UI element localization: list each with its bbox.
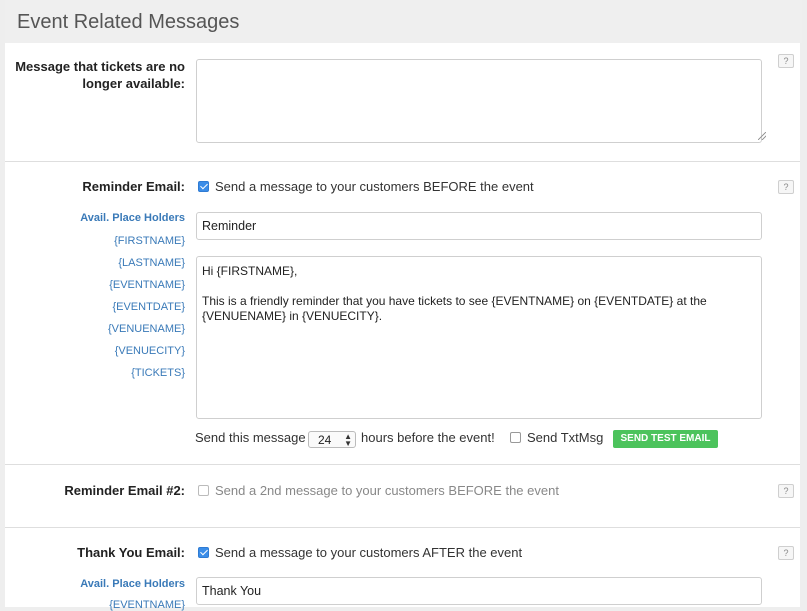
help-icon[interactable]: ? bbox=[778, 484, 794, 498]
hours-select[interactable]: 24 ▲ ▼ bbox=[308, 431, 356, 448]
reminder2-section: Reminder Email #2: Send a 2nd message to… bbox=[5, 465, 800, 528]
thankyou-subject-input[interactable]: Thank You bbox=[196, 577, 762, 605]
reminder-label: Reminder Email: bbox=[82, 179, 185, 194]
reminder2-checkbox-row[interactable]: Send a 2nd message to your customers BEF… bbox=[198, 483, 559, 498]
placeholder-venuename[interactable]: {VENUENAME} bbox=[108, 323, 185, 335]
reminder-section: Reminder Email: Send a message to your c… bbox=[5, 162, 800, 465]
panel-body: Message that tickets are no longer avail… bbox=[5, 43, 800, 611]
reminder2-checkbox-label: Send a 2nd message to your customers BEF… bbox=[215, 483, 559, 498]
help-icon[interactable]: ? bbox=[778, 54, 794, 68]
reminder-checkbox-row[interactable]: Send a message to your customers BEFORE … bbox=[198, 179, 534, 194]
placeholder-lastname[interactable]: {LASTNAME} bbox=[118, 257, 185, 269]
thankyou-checkbox-row[interactable]: Send a message to your customers AFTER t… bbox=[198, 545, 522, 560]
placeholder-tickets[interactable]: {TICKETS} bbox=[131, 367, 185, 379]
reminder2-label: Reminder Email #2: bbox=[64, 483, 185, 498]
thankyou-checkbox-label: Send a message to your customers AFTER t… bbox=[215, 545, 523, 560]
no-tickets-message-textarea[interactable] bbox=[196, 59, 762, 143]
send-suffix-text: hours before the event! bbox=[361, 430, 495, 445]
thankyou-section: Thank You Email: Send a message to your … bbox=[5, 528, 800, 611]
placeholder-eventname[interactable]: {EVENTNAME} bbox=[109, 279, 185, 291]
no-tickets-label: Message that tickets are no longer avail… bbox=[15, 59, 185, 91]
reminder-body-textarea[interactable]: Hi {FIRSTNAME}, This is a friendly remin… bbox=[196, 256, 762, 419]
placeholder-eventdate[interactable]: {EVENTDATE} bbox=[112, 301, 185, 313]
txtmsg-checkbox-row[interactable]: Send TxtMsg bbox=[510, 430, 603, 445]
send-test-email-button[interactable]: SEND TEST EMAIL bbox=[613, 430, 718, 448]
resize-handle-icon[interactable] bbox=[758, 132, 766, 140]
placeholder-firstname[interactable]: {FIRSTNAME} bbox=[114, 235, 185, 247]
txtmsg-checkbox[interactable] bbox=[510, 432, 521, 443]
thankyou-label: Thank You Email: bbox=[77, 545, 185, 560]
send-prefix-text: Send this message bbox=[195, 430, 306, 445]
reminder-body-line2: This is a friendly reminder that you hav… bbox=[202, 294, 707, 323]
hours-value: 24 bbox=[318, 433, 332, 447]
reminder-subject-input[interactable]: Reminder bbox=[196, 212, 762, 240]
down-arrow-icon: ▼ bbox=[344, 439, 352, 448]
placeholders-title: Avail. Place Holders bbox=[80, 212, 185, 224]
panel-header: Event Related Messages bbox=[5, 0, 802, 43]
reminder-body-line1: Hi {FIRSTNAME}, bbox=[202, 264, 298, 278]
no-tickets-section: Message that tickets are no longer avail… bbox=[5, 43, 800, 162]
reminder-checkbox[interactable] bbox=[198, 181, 209, 192]
placeholder-venuecity[interactable]: {VENUECITY} bbox=[115, 345, 185, 357]
help-icon[interactable]: ? bbox=[778, 546, 794, 560]
placeholders-title: Avail. Place Holders bbox=[80, 578, 185, 590]
reminder2-checkbox[interactable] bbox=[198, 485, 209, 496]
help-icon[interactable]: ? bbox=[778, 180, 794, 194]
placeholder-eventname[interactable]: {EVENTNAME} bbox=[109, 599, 185, 611]
reminder-checkbox-label: Send a message to your customers BEFORE … bbox=[215, 179, 534, 194]
thankyou-checkbox[interactable] bbox=[198, 547, 209, 558]
panel-title: Event Related Messages bbox=[17, 11, 240, 33]
txtmsg-label: Send TxtMsg bbox=[527, 430, 604, 445]
